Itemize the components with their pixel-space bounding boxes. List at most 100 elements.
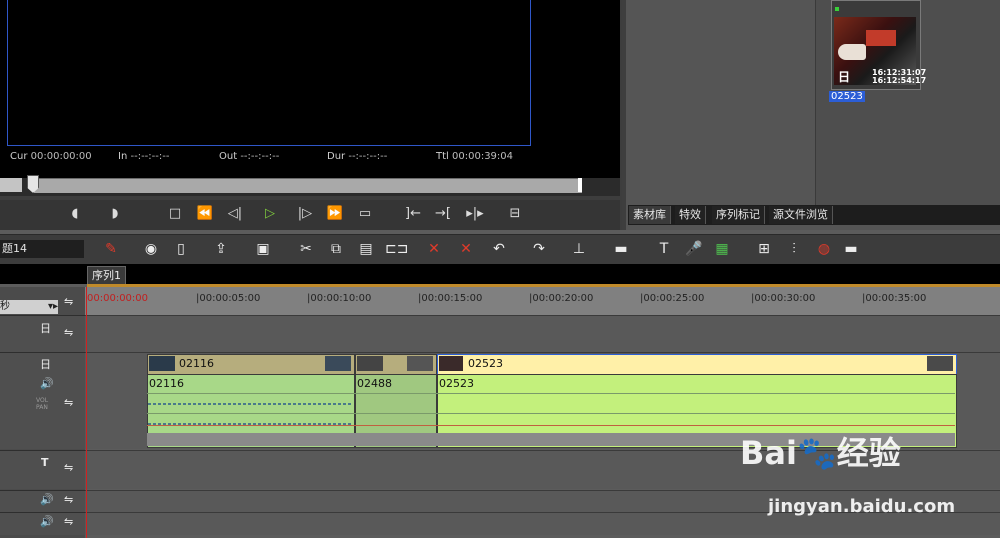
new-icon[interactable]: ▯ xyxy=(170,238,192,260)
paw-icon: 🐾 xyxy=(796,434,837,472)
audio-clip-label: 02523 xyxy=(439,377,474,390)
scrub-slider[interactable] xyxy=(32,178,582,193)
speaker-icon: 🔊 xyxy=(40,377,54,390)
grid-icon[interactable]: ⊞ xyxy=(753,238,775,260)
mic-icon[interactable]: 🎤 xyxy=(683,238,705,260)
dur-timecode: Dur --:--:--:-- xyxy=(327,151,388,162)
thumbnail-hand xyxy=(838,44,866,60)
scrub-left-button[interactable] xyxy=(0,178,22,192)
track-link-icon-3[interactable]: ⇋ xyxy=(64,461,73,474)
play-icon[interactable]: ▷ xyxy=(257,204,283,224)
track-link-icon[interactable]: ⇋ xyxy=(64,326,73,339)
mark-in-icon[interactable]: ◖ xyxy=(62,204,88,224)
paste-icon[interactable]: ▤ xyxy=(355,238,377,260)
video-track-icon: 日 xyxy=(40,322,51,335)
step-back-icon[interactable]: ◁| xyxy=(222,204,248,224)
tab-material-library[interactable]: 素材库 xyxy=(629,206,671,224)
clip-name-label[interactable]: 02523 xyxy=(829,91,865,102)
time-unit-select[interactable]: 秒 ▾▸ xyxy=(0,300,58,314)
clip-thumb xyxy=(149,356,175,371)
clip-thumb-end xyxy=(927,356,953,371)
tab-effects[interactable]: 特效 xyxy=(675,206,706,224)
unit-label: 秒 xyxy=(0,301,10,312)
timeline-tabs xyxy=(0,264,1000,284)
video-track-icon-2: 日 xyxy=(40,358,51,371)
save-icon[interactable]: ▣ xyxy=(252,238,274,260)
title-track-icon: T xyxy=(41,456,49,469)
color-icon[interactable]: ◍ xyxy=(813,238,835,260)
audio-clip-label: 02488 xyxy=(357,377,392,390)
stop-icon[interactable]: □ xyxy=(162,204,188,224)
loop-icon[interactable]: ▭ xyxy=(352,204,378,224)
camera-icon[interactable]: ◉ xyxy=(140,238,162,260)
ruler-label-5: |00:00:05:00 xyxy=(196,293,261,304)
layout-icon[interactable]: ▬ xyxy=(840,238,862,260)
audio-clip-label: 02116 xyxy=(149,377,184,390)
track-link-icon-4[interactable]: ⇋ xyxy=(64,493,73,506)
tab-sequence-markers[interactable]: 序列标记 xyxy=(712,206,765,224)
status-dot-icon xyxy=(835,7,839,11)
ruler-label-10: |00:00:10:00 xyxy=(307,293,372,304)
sequence-tab[interactable]: 序列1 xyxy=(87,266,126,285)
ttl-timecode: Ttl 00:00:39:04 xyxy=(436,151,514,162)
snap-icon[interactable]: ⊥ xyxy=(568,238,590,260)
thumb-time-end: 16:12:54:17 xyxy=(872,76,927,85)
go-in-icon[interactable]: ]← xyxy=(400,204,426,224)
clip-thumb xyxy=(439,356,463,371)
track-link-icon-2[interactable]: ⇋ xyxy=(64,396,73,409)
track-expand-icon[interactable]: ⇋ xyxy=(64,295,73,308)
ruler-label-20: |00:00:20:00 xyxy=(529,293,594,304)
import-icon[interactable]: ⇪ xyxy=(210,238,232,260)
ruler-label-35: |00:00:35:00 xyxy=(862,293,927,304)
rewind-icon[interactable]: ⏪ xyxy=(192,204,218,224)
video-clip-label: 02523 xyxy=(468,357,503,370)
waveform xyxy=(148,403,353,405)
cut-icon[interactable]: ✂ xyxy=(295,238,317,260)
mark-out-icon[interactable]: ◗ xyxy=(102,204,128,224)
audio-mixer-icon[interactable]: ⫶ xyxy=(783,238,805,260)
clip-thumb xyxy=(357,356,383,371)
replace-icon[interactable]: ⊏⊐ xyxy=(385,238,408,260)
video-clip-label: 02116 xyxy=(179,357,214,370)
watermark-url: jingyan.baidu.com xyxy=(768,496,956,517)
fast-forward-icon[interactable]: ⏩ xyxy=(322,204,348,224)
project-name: 题14 xyxy=(0,240,84,258)
redo-icon[interactable]: ↷ xyxy=(528,238,550,260)
video-clip-02523[interactable] xyxy=(437,354,957,376)
panel-separator xyxy=(622,0,626,230)
ruler-label-25: |00:00:25:00 xyxy=(640,293,705,304)
preview-frame xyxy=(7,0,531,146)
delete-icon[interactable]: ✕ xyxy=(423,238,445,260)
speaker-icon-2: 🔊 xyxy=(40,493,54,506)
in-timecode: In --:--:--:-- xyxy=(118,151,170,162)
speaker-icon-3: 🔊 xyxy=(40,515,54,528)
track-link-icon-5[interactable]: ⇋ xyxy=(64,515,73,528)
scrub-end-marker xyxy=(578,178,582,192)
insert-icon[interactable]: ▸|▸ xyxy=(462,204,488,224)
copy-icon[interactable]: ⧉ xyxy=(325,238,347,260)
step-forward-icon[interactable]: |▷ xyxy=(292,204,318,224)
track-v1[interactable] xyxy=(85,315,1000,353)
baidu-watermark: Bai🐾经验 xyxy=(740,428,901,474)
title-icon[interactable]: T xyxy=(653,238,675,260)
video-clip-icon: 日 xyxy=(838,70,851,84)
clip-thumb-end xyxy=(407,356,433,371)
playhead-line[interactable] xyxy=(86,287,87,538)
watermark-brand: Bai xyxy=(740,434,797,472)
set-mark-icon[interactable]: ✎ xyxy=(100,238,122,260)
ruler-label-0: 00:00:00:00 xyxy=(87,293,149,304)
undo-icon[interactable]: ↶ xyxy=(488,238,510,260)
watermark-brand2: 经验 xyxy=(836,434,901,472)
overwrite-icon[interactable]: ⊟ xyxy=(502,204,528,224)
audio-divider xyxy=(147,393,955,394)
ruler-label-30: |00:00:30:00 xyxy=(751,293,816,304)
tab-source-browser[interactable]: 源文件浏览 xyxy=(769,206,833,224)
cur-timecode: Cur 00:00:00:00 xyxy=(10,151,92,162)
render-icon[interactable]: ▬ xyxy=(610,238,632,260)
go-out-icon[interactable]: →[ xyxy=(430,204,456,224)
mixer-icon[interactable]: ▦ xyxy=(711,238,733,260)
ripple-delete-icon[interactable]: ✕ xyxy=(455,238,477,260)
out-timecode: Out --:--:--:-- xyxy=(219,151,280,162)
thumbnail-detail xyxy=(866,30,896,46)
ruler-label-15: |00:00:15:00 xyxy=(418,293,483,304)
